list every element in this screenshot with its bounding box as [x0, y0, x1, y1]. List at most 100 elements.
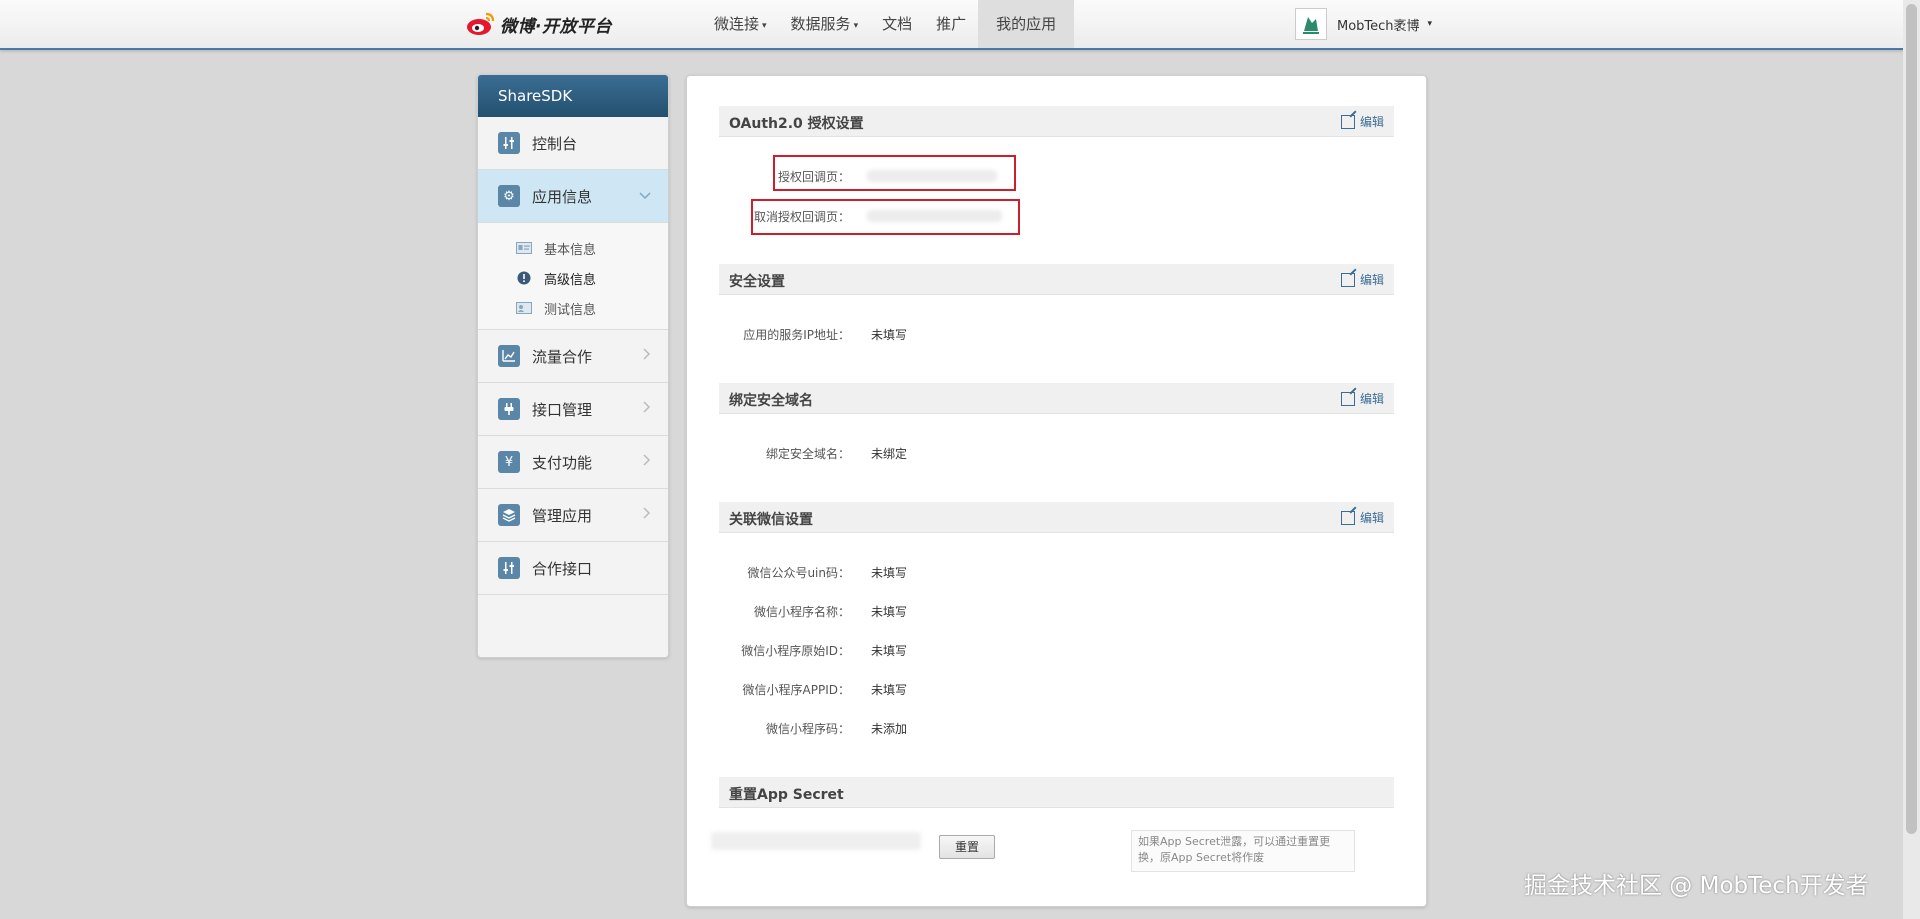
oauth-cancel-callback-row: 取消授权回调页： [687, 208, 850, 228]
wechat-uin-row: 微信公众号uin码： [687, 564, 850, 584]
field-label: 微信小程序名称： [753, 605, 850, 619]
field-value: 未填写 [871, 328, 908, 342]
nav-label: 数据服务 [790, 15, 851, 33]
edit-label: 编辑 [1359, 273, 1384, 287]
edit-icon [1340, 510, 1355, 525]
reset-secret-note: 如果App Secret泄露，可以通过重置更换，原App Secret将作废 [1131, 830, 1355, 872]
sidebar-item-label: 接口管理 [532, 400, 593, 419]
sidebar-item-app-info[interactable]: ⚙ 应用信息 [478, 170, 668, 223]
sidebar-item-label: 管理应用 [532, 506, 593, 525]
chart-icon [498, 345, 520, 367]
edit-label: 编辑 [1359, 511, 1384, 525]
domain-edit-button[interactable]: 编辑 [1340, 390, 1384, 407]
sidebar-subitem-basic-info[interactable]: 基本信息 [478, 233, 668, 263]
sidebar-item-console[interactable]: 控制台 [478, 117, 668, 170]
sidebar-item-label: 控制台 [532, 134, 578, 153]
nav-item-data-services[interactable]: 数据服务 ▾ [779, 0, 871, 48]
chevron-down-icon: ▾ [762, 21, 767, 31]
sidebar: ShareSDK 控制台 ⚙ 应用信息 基本信息 高级信息 测试信息 流量合作 … [477, 74, 669, 658]
chevron-right-icon [642, 399, 652, 418]
page-scrollbar[interactable] [1903, 0, 1920, 919]
sidebar-title: ShareSDK [478, 75, 668, 117]
sidebar-subitem-test-info[interactable]: 测试信息 [478, 293, 668, 323]
field-label: 微信小程序原始ID： [741, 644, 850, 658]
field-label: 绑定安全域名： [765, 447, 850, 461]
edit-icon [1340, 114, 1355, 129]
nav-label: 我的应用 [996, 15, 1057, 33]
edit-label: 编辑 [1359, 392, 1384, 406]
section-title: OAuth2.0 授权设置 [729, 116, 864, 132]
chevron-down-icon: ▾ [853, 21, 859, 31]
sidebar-subitem-label: 测试信息 [544, 302, 597, 318]
security-section-header: 安全设置 编辑 [719, 264, 1394, 295]
sidebar-item-manage-apps[interactable]: 管理应用 [478, 489, 668, 542]
chevron-down-icon [638, 186, 652, 205]
oauth-callback-row: 授权回调页： [687, 168, 850, 188]
secure-domain-row: 绑定安全域名： [687, 445, 850, 465]
watermark: 掘金技术社区 @ MobTech开发者 [1524, 873, 1869, 899]
chevron-down-icon: ▾ [1427, 19, 1433, 29]
section-title: 绑定安全域名 [729, 393, 813, 409]
sidebar-item-label: 支付功能 [532, 453, 593, 472]
nav-item-promotion[interactable]: 推广 [924, 0, 978, 48]
sidebar-subitem-label: 基本信息 [544, 242, 597, 258]
field-value: 未添加 [871, 722, 908, 736]
sidebar-item-partner-api[interactable]: 合作接口 [478, 542, 668, 595]
field-label: 微信公众号uin码： [747, 566, 850, 580]
wechat-edit-button[interactable]: 编辑 [1340, 509, 1384, 526]
reset-secret-button[interactable]: 重置 [939, 835, 995, 859]
plug-icon [498, 398, 520, 420]
gear-icon: ⚙ [498, 185, 520, 207]
sidebar-item-label: 合作接口 [532, 559, 593, 578]
field-label: 微信小程序APPID： [742, 683, 850, 697]
wechat-section-header: 关联微信设置 编辑 [719, 502, 1394, 533]
nav-label: 文档 [882, 15, 913, 33]
alert-icon [516, 271, 532, 285]
reset-secret-section-header: 重置App Secret [719, 777, 1394, 808]
scrollbar-thumb[interactable] [1906, 4, 1917, 834]
server-ip-row: 应用的服务IP地址： [687, 326, 850, 346]
oauth-edit-button[interactable]: 编辑 [1340, 113, 1384, 130]
sidebar-subitem-advanced-info[interactable]: 高级信息 [478, 263, 668, 293]
sidebar-item-traffic[interactable]: 流量合作 [478, 330, 668, 383]
field-value: 未填写 [871, 644, 908, 658]
chevron-right-icon [642, 346, 652, 365]
app-secret-field [711, 832, 921, 850]
edit-label: 编辑 [1359, 115, 1384, 129]
id-card-icon [516, 241, 532, 255]
top-navigation-bar: 微博·开放平台 微连接 ▾ 数据服务 ▾ 文档 推广 我的应用 MobTech袤博 … [0, 0, 1920, 50]
nav-item-micro-connect[interactable]: 微连接 ▾ [702, 0, 779, 48]
nav-item-my-apps[interactable]: 我的应用 [978, 0, 1075, 48]
user-menu[interactable]: MobTech袤博 ▾ [1295, 7, 1432, 41]
sidebar-item-label: 应用信息 [532, 187, 593, 206]
miniprogram-code-row: 微信小程序码： [687, 720, 850, 740]
sidebar-item-api-management[interactable]: 接口管理 [478, 383, 668, 436]
edit-icon [1340, 391, 1355, 406]
weibo-logo[interactable]: 微博·开放平台 [466, 10, 612, 38]
avatar [1295, 8, 1327, 40]
security-edit-button[interactable]: 编辑 [1340, 271, 1384, 288]
test-card-icon [516, 301, 532, 315]
section-title: 安全设置 [729, 274, 785, 290]
domain-section-header: 绑定安全域名 编辑 [719, 383, 1394, 414]
sliders-icon [498, 132, 520, 154]
sliders-icon [498, 557, 520, 579]
layers-icon [498, 504, 520, 526]
miniprogram-name-row: 微信小程序名称： [687, 603, 850, 623]
edit-icon [1340, 272, 1355, 287]
field-label: 应用的服务IP地址： [743, 328, 850, 342]
weibo-eye-icon [466, 11, 496, 37]
app-settings-panel: OAuth2.0 授权设置 编辑 授权回调页： 取消授权回调页： 安全设置 编辑… [686, 75, 1427, 907]
miniprogram-appid-row: 微信小程序APPID： [687, 681, 850, 701]
main-nav: 微连接 ▾ 数据服务 ▾ 文档 推广 我的应用 [702, 0, 1075, 48]
sidebar-submenu: 基本信息 高级信息 测试信息 [478, 223, 668, 330]
yen-icon: ¥ [498, 451, 520, 473]
nav-item-docs[interactable]: 文档 [870, 0, 924, 48]
sidebar-subitem-label: 高级信息 [544, 272, 597, 288]
field-label: 取消授权回调页： [753, 210, 850, 224]
sidebar-item-label: 流量合作 [532, 347, 593, 366]
field-label: 微信小程序码： [765, 722, 850, 736]
oauth-callback-value [867, 170, 997, 182]
field-label: 授权回调页： [777, 170, 850, 184]
sidebar-item-payment[interactable]: ¥ 支付功能 [478, 436, 668, 489]
